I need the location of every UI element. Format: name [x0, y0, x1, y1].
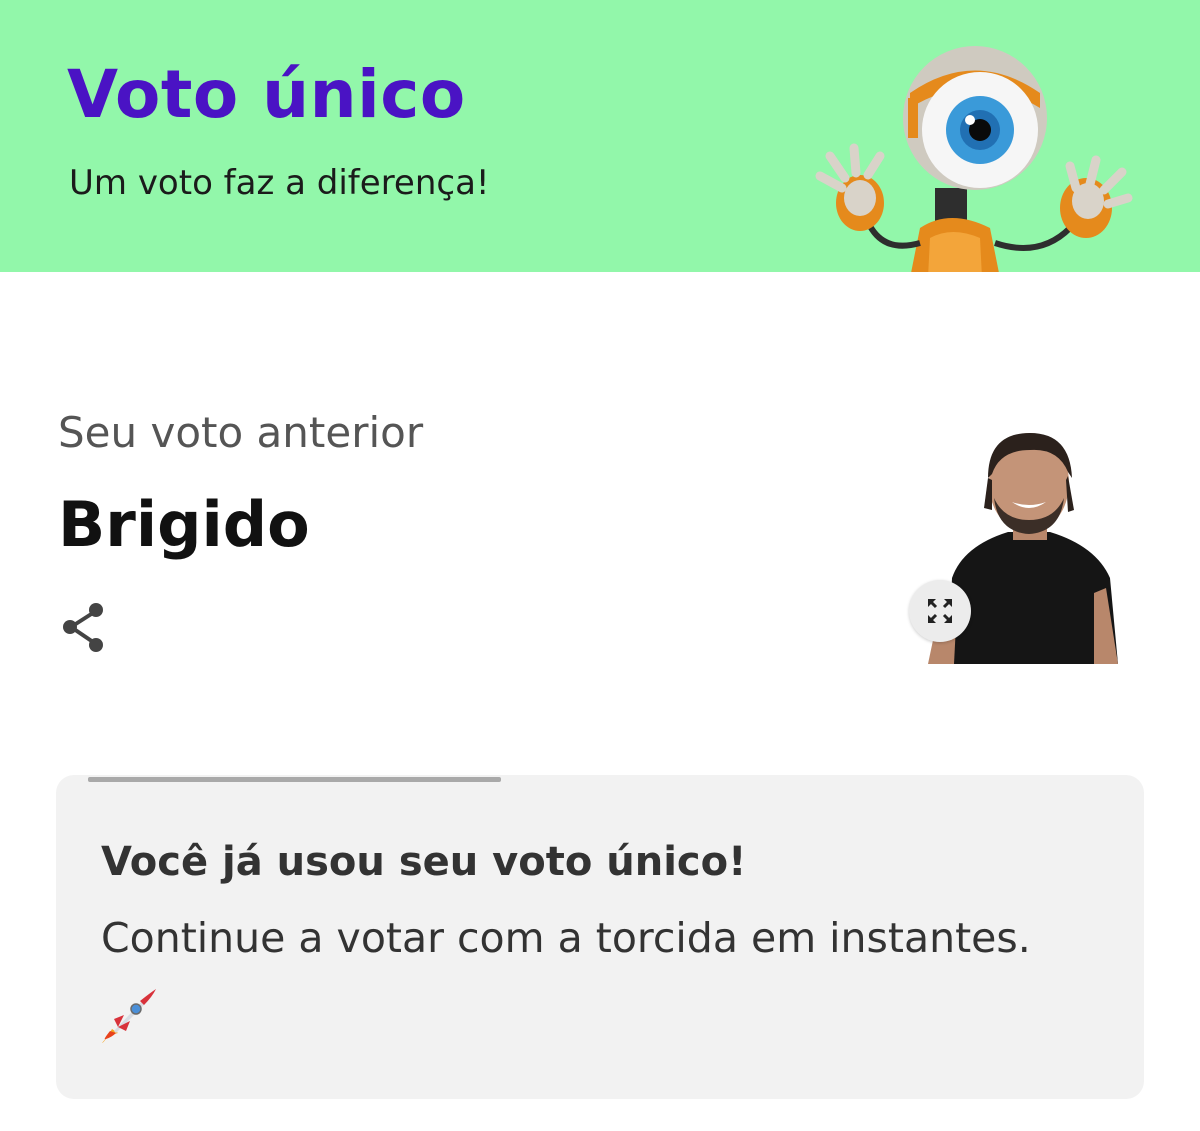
- mascot-icon: [815, 46, 1133, 272]
- notice-message: Continue a votar com a torcida em instan…: [101, 914, 1031, 962]
- progress-bar: [88, 777, 501, 782]
- page-title: Voto único: [67, 56, 466, 133]
- previous-vote-label: Seu voto anterior: [58, 408, 424, 457]
- notice-card: Você já usou seu voto único! Continue a …: [56, 775, 1144, 1099]
- header-banner: Voto único Um voto faz a diferença!: [0, 0, 1200, 272]
- expand-photo-button[interactable]: [909, 580, 971, 642]
- share-button[interactable]: [58, 600, 110, 656]
- page: Voto único Um voto faz a diferença! Seu …: [0, 0, 1200, 1131]
- notice-title: Você já usou seu voto único!: [101, 839, 747, 885]
- page-subtitle: Um voto faz a diferença!: [69, 163, 490, 203]
- previous-vote-name: Brigido: [58, 488, 310, 561]
- expand-icon: [927, 598, 953, 624]
- rocket-icon: [102, 989, 156, 1043]
- share-icon: [63, 603, 103, 652]
